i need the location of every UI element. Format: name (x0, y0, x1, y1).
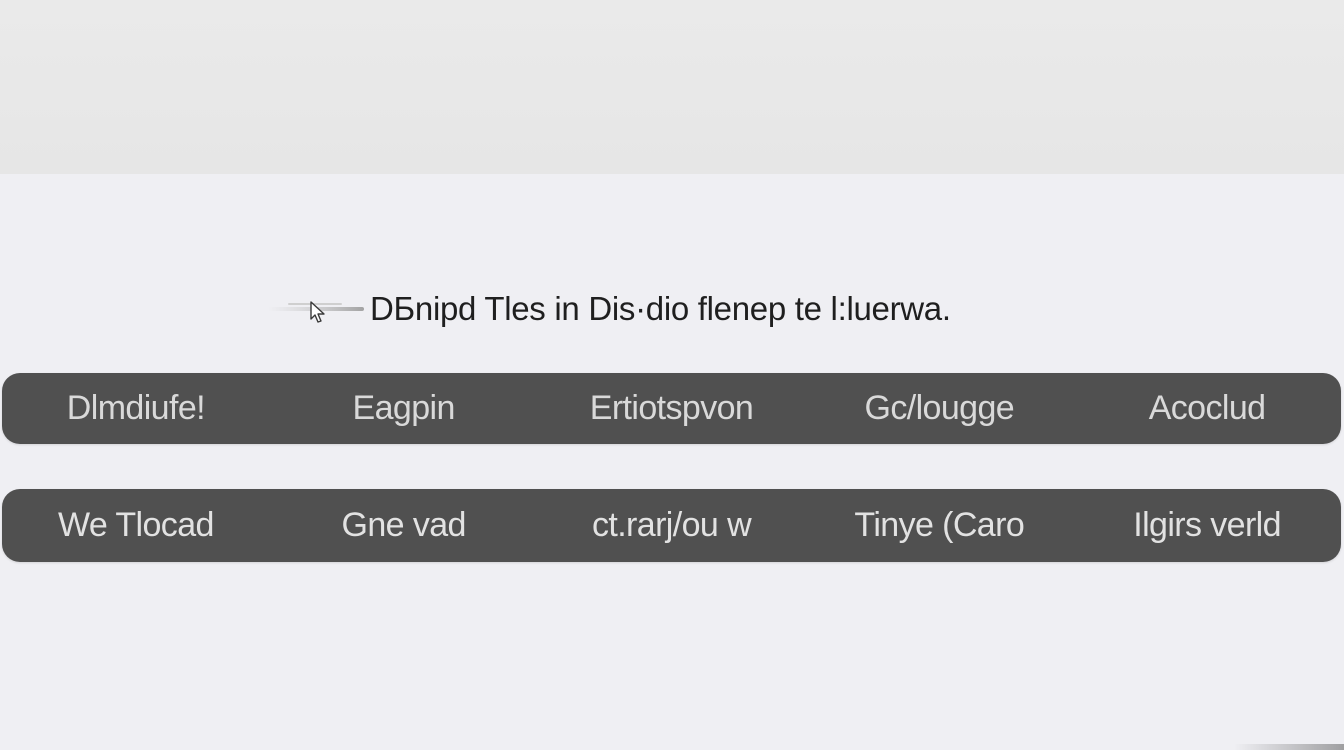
option-button[interactable]: Ertiotspvon (538, 389, 806, 428)
option-row-1: Dlmdiufe! Eagpin Ertiotspvon Gc/lougge A… (2, 373, 1341, 444)
mouse-cursor-icon (268, 294, 364, 324)
option-button[interactable]: Gne vad (270, 506, 538, 545)
corner-shadow (1234, 744, 1344, 750)
option-button[interactable]: Tinye (Caro (805, 506, 1073, 545)
option-button[interactable]: Acoclud (1073, 389, 1341, 428)
option-row-2: We Tlocad Gne vad ct.rarj/ou w Tinye (Ca… (2, 489, 1341, 562)
top-band (0, 0, 1344, 174)
option-button[interactable]: Ilgirs verld (1073, 506, 1341, 545)
instruction-text: DБnipd Tles in Dis·dio flenep te l:luerw… (370, 290, 951, 327)
option-button[interactable]: We Tlocad (2, 506, 270, 545)
option-button[interactable]: Gc/lougge (805, 389, 1073, 428)
instruction-line: DБnipd Tles in Dis·dio flenep te l:luerw… (268, 286, 951, 332)
content-area (0, 174, 1344, 750)
option-button[interactable]: Dlmdiufe! (2, 389, 270, 428)
option-button[interactable]: Eagpin (270, 389, 538, 428)
option-button[interactable]: ct.rarj/ou w (538, 506, 806, 545)
